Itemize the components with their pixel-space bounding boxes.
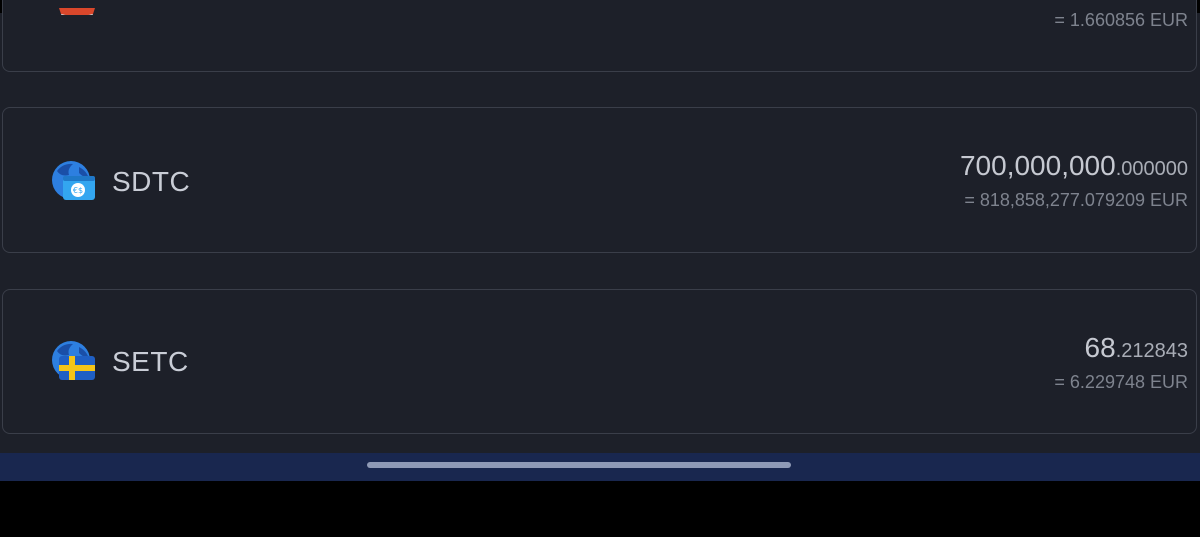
token-row-sdtc[interactable]: €$ SDTC 700,000,000.000000 = 818,858,277… [2, 107, 1197, 253]
token-amount-integer: 700,000,000 [959, 150, 1116, 181]
token-amount: 700,000,000.000000 [960, 150, 1188, 182]
token-row-setc[interactable]: SETC 68.212843 = 6.229748 EUR [2, 289, 1197, 434]
bottom-black-area [0, 481, 1200, 537]
svg-text:€$: €$ [73, 186, 83, 195]
token-row-partial[interactable]: = 1.660856 EUR [2, 0, 1197, 72]
globe-stablecoin-icon: €$ [49, 159, 97, 203]
token-amount-decimal: .212843 [1115, 340, 1188, 362]
globe-sweden-flag-icon [49, 339, 97, 383]
token-amount-integer: 68 [1084, 332, 1116, 363]
token-eur-value: = 818,858,277.079209 EUR [964, 190, 1188, 210]
token-name: SDTC [112, 166, 191, 197]
token-eur-value: = 6.229748 EUR [1054, 372, 1188, 392]
token-name: SETC [112, 346, 189, 377]
token-eur-value: = 1.660856 EUR [1054, 10, 1188, 30]
token-icon-partial [57, 5, 97, 15]
token-amount: 68.212843 [1085, 332, 1188, 364]
token-amount-decimal: .000000 [1115, 158, 1188, 180]
home-indicator[interactable] [367, 462, 791, 468]
